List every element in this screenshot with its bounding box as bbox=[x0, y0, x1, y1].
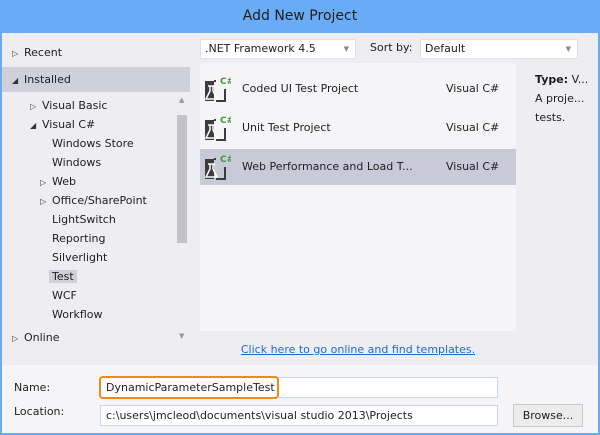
window-border bbox=[0, 0, 600, 435]
